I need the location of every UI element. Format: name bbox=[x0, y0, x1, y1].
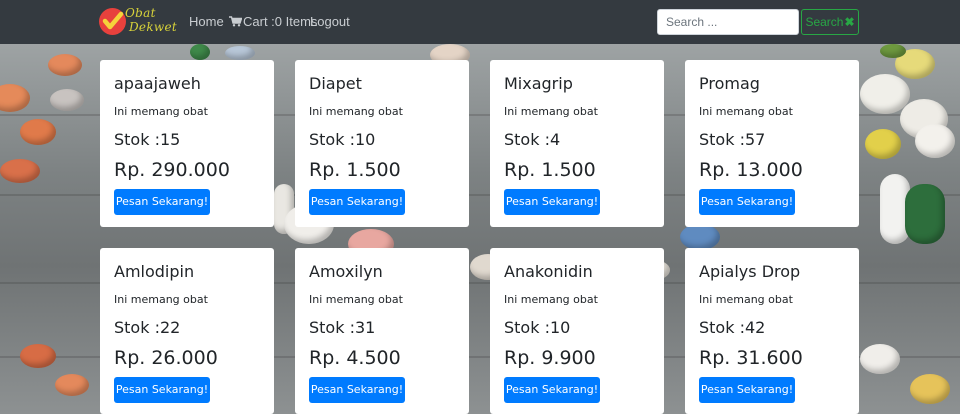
nav-cart-link[interactable]: Cart :0 Items bbox=[229, 14, 317, 29]
product-card: apaajaweh Ini memang obat Stok :15 Rp. 2… bbox=[100, 60, 274, 227]
product-stock: Stok :31 bbox=[309, 318, 376, 337]
product-card: Mixagrip Ini memang obat Stok :4 Rp. 1.5… bbox=[490, 60, 664, 227]
order-now-button[interactable]: Pesan Sekarang! bbox=[309, 189, 405, 215]
product-price: Rp. 26.000 bbox=[114, 347, 218, 369]
order-now-button[interactable]: Pesan Sekarang! bbox=[309, 377, 405, 403]
close-x-icon: ✖ bbox=[844, 15, 855, 29]
product-name: Amoxilyn bbox=[309, 262, 383, 281]
product-card: Apialys Drop Ini memang obat Stok :42 Rp… bbox=[685, 248, 859, 414]
product-description: Ini memang obat bbox=[309, 105, 403, 118]
nav-logout-link[interactable]: Logout bbox=[310, 14, 350, 29]
brand-line-2: Dekwet bbox=[129, 20, 177, 34]
product-description: Ini memang obat bbox=[309, 293, 403, 306]
order-now-button[interactable]: Pesan Sekarang! bbox=[699, 189, 795, 215]
brand-logo[interactable]: Obat Dekwet bbox=[99, 7, 177, 37]
brand-line-1: Obat bbox=[125, 6, 156, 20]
product-name: Promag bbox=[699, 74, 760, 93]
product-description: Ini memang obat bbox=[504, 293, 598, 306]
product-name: Diapet bbox=[309, 74, 362, 93]
checkmark-logo-icon bbox=[99, 8, 126, 35]
brand-wordmark: Obat Dekwet bbox=[125, 7, 177, 33]
product-price: Rp. 1.500 bbox=[309, 159, 401, 181]
order-now-button[interactable]: Pesan Sekarang! bbox=[114, 189, 210, 215]
product-description: Ini memang obat bbox=[699, 105, 793, 118]
product-stock: Stok :42 bbox=[699, 318, 766, 337]
search-button-label: Search bbox=[805, 15, 844, 29]
product-price: Rp. 4.500 bbox=[309, 347, 401, 369]
product-stock: Stok :15 bbox=[114, 130, 181, 149]
product-description: Ini memang obat bbox=[699, 293, 793, 306]
product-description: Ini memang obat bbox=[504, 105, 598, 118]
product-price: Rp. 9.900 bbox=[504, 347, 596, 369]
nav-home-link[interactable]: Home bbox=[189, 14, 224, 29]
product-name: Anakonidin bbox=[504, 262, 593, 281]
product-stock: Stok :10 bbox=[504, 318, 571, 337]
product-name: Apialys Drop bbox=[699, 262, 801, 281]
order-now-button[interactable]: Pesan Sekarang! bbox=[504, 189, 600, 215]
product-card: Anakonidin Ini memang obat Stok :10 Rp. … bbox=[490, 248, 664, 414]
order-now-button[interactable]: Pesan Sekarang! bbox=[699, 377, 795, 403]
product-price: Rp. 290.000 bbox=[114, 159, 230, 181]
navbar: Obat Dekwet Home Cart :0 Items Logout Se… bbox=[0, 0, 960, 44]
product-stock: Stok :10 bbox=[309, 130, 376, 149]
product-description: Ini memang obat bbox=[114, 293, 208, 306]
product-card: Promag Ini memang obat Stok :57 Rp. 13.0… bbox=[685, 60, 859, 227]
product-price: Rp. 1.500 bbox=[504, 159, 596, 181]
order-now-button[interactable]: Pesan Sekarang! bbox=[504, 377, 600, 403]
product-name: apaajaweh bbox=[114, 74, 201, 93]
product-name: Amlodipin bbox=[114, 262, 195, 281]
product-card: Amlodipin Ini memang obat Stok :22 Rp. 2… bbox=[100, 248, 274, 414]
product-description: Ini memang obat bbox=[114, 105, 208, 118]
search-button[interactable]: Search✖ bbox=[801, 9, 859, 35]
product-card: Diapet Ini memang obat Stok :10 Rp. 1.50… bbox=[295, 60, 469, 227]
product-stock: Stok :4 bbox=[504, 130, 561, 149]
search-input[interactable] bbox=[657, 9, 799, 35]
product-card: Amoxilyn Ini memang obat Stok :31 Rp. 4.… bbox=[295, 248, 469, 414]
product-price: Rp. 31.600 bbox=[699, 347, 803, 369]
product-stock: Stok :22 bbox=[114, 318, 181, 337]
cart-count-label: Cart :0 Items bbox=[243, 14, 318, 29]
order-now-button[interactable]: Pesan Sekarang! bbox=[114, 377, 210, 403]
product-price: Rp. 13.000 bbox=[699, 159, 803, 181]
cart-icon bbox=[229, 16, 242, 27]
product-stock: Stok :57 bbox=[699, 130, 766, 149]
product-name: Mixagrip bbox=[504, 74, 573, 93]
